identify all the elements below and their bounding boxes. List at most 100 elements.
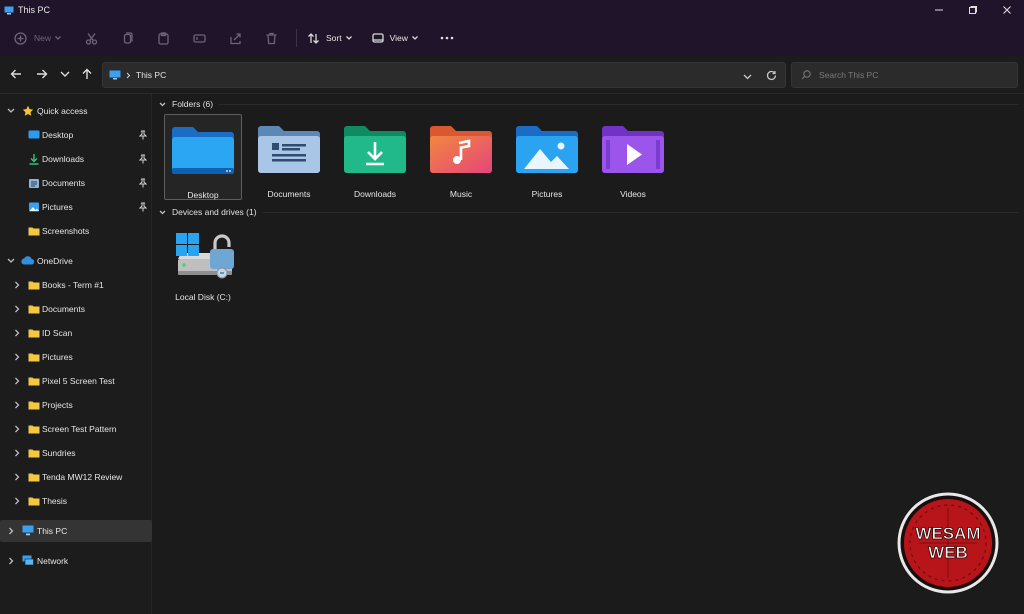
paste-button[interactable] [157, 20, 170, 56]
chevron-right-icon[interactable] [13, 497, 21, 505]
folder-tile-music[interactable]: Music [422, 114, 500, 200]
chevron-right-icon[interactable] [13, 425, 21, 433]
delete-icon [266, 32, 277, 44]
chevron-right-icon[interactable] [13, 449, 21, 457]
sidebar-item-folder[interactable]: Books - Term #1 [0, 274, 152, 296]
this-pc-icon [22, 525, 34, 536]
sidebar-item-documents[interactable]: Documents [0, 172, 152, 194]
sidebar-item-this-pc[interactable]: This PC [0, 520, 152, 542]
sort-button[interactable]: Sort [307, 20, 352, 56]
chevron-down-icon [743, 74, 752, 80]
folder-icon [28, 400, 40, 411]
sidebar-item-screenshots[interactable]: Screenshots [0, 220, 152, 242]
copy-icon [123, 31, 133, 44]
navigation-pane: Quick access Desktop Downloads Documents… [0, 94, 152, 614]
folder-tile-videos[interactable]: Videos [594, 114, 672, 200]
close-button[interactable] [990, 0, 1024, 20]
address-history-button[interactable] [743, 72, 752, 82]
new-label: New [34, 33, 52, 43]
sidebar-item-folder[interactable]: Pixel 5 Screen Test [0, 370, 152, 392]
sort-label: Sort [326, 33, 342, 43]
chevron-down-icon [60, 71, 70, 77]
desktop-icon [28, 130, 40, 141]
this-pc-icon [4, 6, 14, 15]
rename-button[interactable] [193, 20, 206, 56]
sidebar-item-quick-access[interactable]: Quick access [0, 100, 152, 122]
restore-button[interactable] [956, 0, 990, 20]
sidebar-item-folder[interactable]: Sundries [0, 442, 152, 464]
desktop-folder-icon [170, 124, 236, 176]
star-icon [22, 105, 34, 116]
pictures-folder-icon [514, 123, 580, 175]
sidebar-item-label: Pictures [42, 352, 73, 362]
command-bar: New Sort View [0, 20, 1024, 56]
view-button[interactable]: View [371, 20, 418, 56]
folder-icon [28, 280, 40, 291]
breadcrumb-this-pc[interactable]: This PC [136, 70, 166, 80]
address-bar[interactable]: This PC [102, 62, 786, 88]
chevron-right-icon[interactable] [13, 305, 21, 313]
sidebar-item-folder[interactable]: ID Scan [0, 322, 152, 344]
wesam-web-logo: WESAM WEB [895, 490, 1001, 596]
chevron-down-icon[interactable] [159, 207, 166, 217]
pictures-icon [28, 201, 40, 212]
sidebar-item-folder[interactable]: Documents [0, 298, 152, 320]
new-button[interactable]: New [14, 20, 61, 56]
up-button[interactable] [80, 67, 94, 81]
folders-group-header[interactable]: Folders (6) [159, 99, 213, 109]
more-options-button[interactable] [440, 20, 454, 56]
folder-icon [28, 352, 40, 363]
search-box[interactable]: Search This PC [791, 62, 1018, 88]
sidebar-item-downloads[interactable]: Downloads [0, 148, 152, 170]
chevron-right-icon[interactable] [13, 473, 21, 481]
chevron-down-icon[interactable] [7, 107, 15, 115]
search-placeholder: Search This PC [819, 70, 879, 80]
share-button[interactable] [229, 20, 242, 56]
chevron-right-icon[interactable] [13, 353, 21, 361]
chevron-down-icon[interactable] [7, 257, 15, 265]
address-row: This PC Search This PC [0, 56, 1024, 94]
folder-tile-documents[interactable]: Documents [250, 114, 328, 200]
documents-folder-icon [256, 123, 322, 175]
folder-icon [28, 472, 40, 483]
ellipsis-icon [440, 36, 454, 40]
folder-tile-desktop[interactable]: Desktop [164, 114, 242, 200]
sidebar-item-desktop[interactable]: Desktop [0, 124, 152, 146]
refresh-button[interactable] [766, 70, 777, 83]
cut-icon [85, 32, 98, 45]
cut-button[interactable] [85, 20, 98, 56]
cloud-icon [21, 256, 35, 267]
chevron-right-icon[interactable] [7, 557, 15, 565]
forward-button[interactable] [35, 67, 49, 81]
rename-icon [193, 33, 206, 43]
sidebar-item-folder[interactable]: Pictures [0, 346, 152, 368]
chevron-right-icon[interactable] [13, 281, 21, 289]
chevron-right-icon[interactable] [13, 329, 21, 337]
folder-icon [28, 496, 40, 507]
sidebar-item-folder[interactable]: Projects [0, 394, 152, 416]
chevron-right-icon[interactable] [13, 377, 21, 385]
network-icon [22, 555, 34, 566]
folder-icon [28, 424, 40, 435]
sidebar-item-folder[interactable]: Thesis [0, 490, 152, 512]
content-pane: Folders (6) Desktop Documents Downloads … [153, 94, 1024, 614]
folder-tile-pictures[interactable]: Pictures [508, 114, 586, 200]
delete-button[interactable] [265, 20, 278, 56]
sidebar-item-folder[interactable]: Screen Test Pattern [0, 418, 152, 440]
sidebar-item-network[interactable]: Network [0, 550, 152, 572]
sidebar-item-label: This PC [37, 526, 68, 536]
folder-tile-downloads[interactable]: Downloads [336, 114, 414, 200]
chevron-right-icon[interactable] [13, 401, 21, 409]
group-divider [219, 104, 1019, 105]
chevron-right-icon[interactable] [7, 527, 15, 535]
sidebar-item-onedrive[interactable]: OneDrive [0, 250, 152, 272]
drives-group-header[interactable]: Devices and drives (1) [159, 207, 257, 217]
sidebar-item-pictures[interactable]: Pictures [0, 196, 152, 218]
copy-button[interactable] [121, 20, 134, 56]
back-button[interactable] [9, 67, 23, 81]
chevron-down-icon[interactable] [159, 99, 166, 109]
recent-locations-button[interactable] [58, 67, 72, 81]
sidebar-item-folder[interactable]: Tenda MW12 Review [0, 466, 152, 488]
drive-tile-local-disk[interactable]: Local Disk (C:) [164, 220, 242, 306]
minimize-button[interactable] [922, 0, 956, 20]
